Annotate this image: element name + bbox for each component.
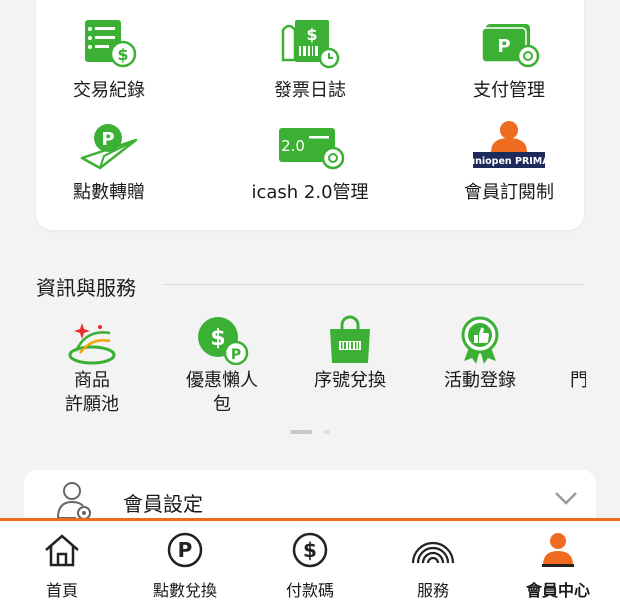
member-center-icon bbox=[503, 531, 613, 569]
icash-management-label: icash 2.0管理 bbox=[251, 182, 369, 203]
membership-subscription-icon: uniopen PRIMA bbox=[439, 120, 579, 172]
membership-subscription-label: 會員訂閱制 bbox=[464, 182, 554, 203]
bottom-tab-bar: 首頁 P 點數兌換 $ 付款碼 服務 會員中心 bbox=[0, 518, 620, 612]
account-tools-card: $ 交易紀錄 $ 發票日誌 P 支付管理 P 點數轉贈 2.0 icash 2.… bbox=[36, 0, 584, 230]
event-register-label: 活動登錄 bbox=[444, 370, 516, 391]
svg-text:$: $ bbox=[117, 45, 128, 64]
event-register-item[interactable]: 活動登錄 bbox=[420, 315, 540, 393]
points-icon: P bbox=[130, 531, 240, 569]
service-icon bbox=[378, 531, 488, 569]
tab-service[interactable]: 服務 bbox=[378, 531, 488, 601]
svg-text:P: P bbox=[178, 538, 193, 562]
transaction-record-icon: $ bbox=[39, 18, 179, 70]
svg-text:P: P bbox=[231, 347, 241, 363]
svg-text:2.0: 2.0 bbox=[281, 137, 305, 155]
points-transfer-label: 點數轉贈 bbox=[73, 182, 145, 203]
discount-pack-item[interactable]: $ P 優惠懶人 包 bbox=[162, 315, 282, 417]
discount-pack-icon: $ P bbox=[162, 315, 282, 365]
tab-member-center[interactable]: 會員中心 bbox=[503, 531, 613, 601]
section-divider bbox=[163, 284, 584, 285]
tab-points-label: 點數兌換 bbox=[152, 581, 217, 600]
payment-management-label: 支付管理 bbox=[473, 80, 545, 101]
svg-text:P: P bbox=[497, 36, 510, 57]
points-transfer-icon: P bbox=[39, 120, 179, 172]
payment-management-icon: P bbox=[439, 18, 579, 70]
icash-card-icon: 2.0 bbox=[240, 120, 380, 172]
svg-text:uniopen PRIMA: uniopen PRIMA bbox=[469, 156, 549, 167]
serial-redeem-item[interactable]: 序號兌換 bbox=[290, 315, 410, 393]
store-item[interactable]: 門 bbox=[540, 315, 586, 393]
svg-text:P: P bbox=[101, 129, 114, 150]
svg-text:$: $ bbox=[210, 326, 225, 351]
page-dot[interactable] bbox=[324, 430, 330, 434]
services-section-title: 資訊與服務 bbox=[36, 276, 136, 300]
tab-member-center-label: 會員中心 bbox=[525, 581, 590, 600]
member-settings-label: 會員設定 bbox=[123, 492, 203, 516]
wish-pool-icon bbox=[32, 315, 152, 365]
tab-home[interactable]: 首頁 bbox=[7, 531, 117, 601]
discount-pack-label: 優惠懶人 包 bbox=[186, 370, 258, 415]
wish-pool-label: 商品 許願池 bbox=[65, 370, 119, 415]
store-label: 門 bbox=[570, 370, 586, 391]
wish-pool-item[interactable]: 商品 許願池 bbox=[32, 315, 152, 417]
page-dot-active[interactable] bbox=[290, 430, 312, 434]
invoice-log-icon: $ bbox=[240, 18, 380, 70]
home-icon bbox=[7, 531, 117, 569]
invoice-log-label: 發票日誌 bbox=[274, 80, 346, 101]
event-register-icon bbox=[420, 315, 540, 365]
tab-payment-code[interactable]: $ 付款碼 bbox=[255, 531, 365, 601]
tab-payment-code-label: 付款碼 bbox=[285, 581, 334, 600]
tab-home-label: 首頁 bbox=[45, 581, 78, 600]
serial-redeem-label: 序號兌換 bbox=[314, 370, 386, 391]
chevron-down-icon[interactable] bbox=[554, 490, 578, 509]
store-icon bbox=[540, 315, 586, 365]
serial-redeem-icon bbox=[290, 315, 410, 365]
tab-service-label: 服務 bbox=[416, 581, 449, 600]
payment-code-icon: $ bbox=[255, 531, 365, 569]
svg-text:$: $ bbox=[306, 25, 317, 44]
tab-points[interactable]: P 點數兌換 bbox=[130, 531, 240, 601]
transaction-record-label: 交易紀錄 bbox=[73, 80, 145, 101]
svg-text:$: $ bbox=[303, 538, 317, 562]
